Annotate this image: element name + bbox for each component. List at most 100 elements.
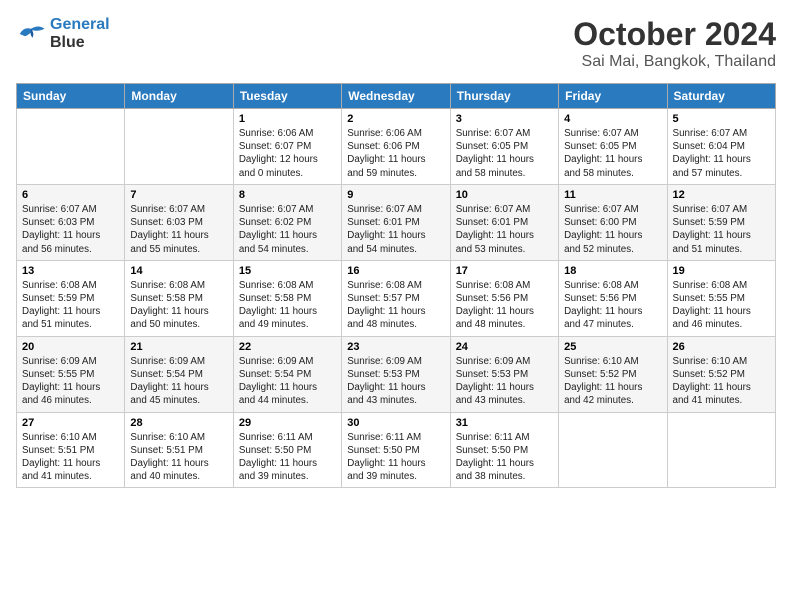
page-header: General Blue October 2024 Sai Mai, Bangk…: [16, 16, 776, 71]
day-number: 10: [456, 189, 553, 201]
calendar-title: October 2024: [573, 16, 776, 53]
calendar-cell: 19 Sunrise: 6:08 AM Sunset: 5:55 PM Dayli…: [667, 260, 775, 336]
day-number: 18: [564, 265, 661, 277]
calendar-cell: 4 Sunrise: 6:07 AM Sunset: 6:05 PM Daylig…: [559, 109, 667, 185]
calendar-title-block: October 2024 Sai Mai, Bangkok, Thailand: [573, 16, 776, 71]
day-info: Sunrise: 6:06 AM Sunset: 6:07 PM Dayligh…: [239, 127, 336, 180]
calendar-cell: 30 Sunrise: 6:11 AM Sunset: 5:50 PM Dayli…: [342, 412, 450, 488]
day-number: 31: [456, 417, 553, 429]
calendar-cell: 15 Sunrise: 6:08 AM Sunset: 5:58 PM Dayli…: [233, 260, 341, 336]
calendar-cell: 27Sunrise: 6:10 AM Sunset: 5:51 PM Dayli…: [17, 412, 125, 488]
day-number: 29: [239, 417, 336, 429]
day-info: Sunrise: 6:11 AM Sunset: 5:50 PM Dayligh…: [239, 431, 336, 484]
calendar-cell: 5 Sunrise: 6:07 AM Sunset: 6:04 PM Daylig…: [667, 109, 775, 185]
day-number: 24: [456, 341, 553, 353]
calendar-week-row: 27Sunrise: 6:10 AM Sunset: 5:51 PM Dayli…: [17, 412, 776, 488]
column-header-monday: Monday: [125, 84, 233, 109]
calendar-cell: 26Sunrise: 6:10 AM Sunset: 5:52 PM Dayli…: [667, 336, 775, 412]
day-number: 14: [130, 265, 227, 277]
calendar-header-row: SundayMondayTuesdayWednesdayThursdayFrid…: [17, 84, 776, 109]
calendar-week-row: 1Sunrise: 6:06 AM Sunset: 6:07 PM Daylig…: [17, 109, 776, 185]
day-number: 30: [347, 417, 444, 429]
day-number: 23: [347, 341, 444, 353]
day-info: Sunrise: 6:08 AM Sunset: 5:57 PM Dayligh…: [347, 279, 444, 332]
calendar-cell: 14 Sunrise: 6:08 AM Sunset: 5:58 PM Dayli…: [125, 260, 233, 336]
day-number: 2: [347, 113, 444, 125]
day-number: 8: [239, 189, 336, 201]
calendar-cell: 8Sunrise: 6:07 AM Sunset: 6:02 PM Daylig…: [233, 184, 341, 260]
day-info: Sunrise: 6:09 AM Sunset: 5:54 PM Dayligh…: [239, 355, 336, 408]
calendar-cell: 13 Sunrise: 6:08 AM Sunset: 5:59 PM Dayli…: [17, 260, 125, 336]
day-info: Sunrise: 6:07 AM Sunset: 6:03 PM Dayligh…: [130, 203, 227, 256]
day-info: Sunrise: 6:09 AM Sunset: 5:53 PM Dayligh…: [456, 355, 553, 408]
calendar-cell: 9 Sunrise: 6:07 AM Sunset: 6:01 PM Daylig…: [342, 184, 450, 260]
column-header-thursday: Thursday: [450, 84, 558, 109]
calendar-subtitle: Sai Mai, Bangkok, Thailand: [573, 53, 776, 71]
column-header-saturday: Saturday: [667, 84, 775, 109]
day-number: 28: [130, 417, 227, 429]
column-header-friday: Friday: [559, 84, 667, 109]
logo: General Blue: [16, 16, 110, 52]
day-info: Sunrise: 6:06 AM Sunset: 6:06 PM Dayligh…: [347, 127, 444, 180]
day-number: 17: [456, 265, 553, 277]
day-info: Sunrise: 6:07 AM Sunset: 6:01 PM Dayligh…: [347, 203, 444, 256]
calendar-cell: 16 Sunrise: 6:08 AM Sunset: 5:57 PM Dayli…: [342, 260, 450, 336]
day-number: 9: [347, 189, 444, 201]
calendar-week-row: 13 Sunrise: 6:08 AM Sunset: 5:59 PM Dayli…: [17, 260, 776, 336]
day-number: 11: [564, 189, 661, 201]
day-info: Sunrise: 6:08 AM Sunset: 5:55 PM Dayligh…: [673, 279, 770, 332]
day-number: 7: [130, 189, 227, 201]
day-info: Sunrise: 6:11 AM Sunset: 5:50 PM Dayligh…: [456, 431, 553, 484]
calendar-cell: [125, 109, 233, 185]
day-number: 19: [673, 265, 770, 277]
day-number: 26: [673, 341, 770, 353]
calendar-cell: 20 Sunrise: 6:09 AM Sunset: 5:55 PM Dayli…: [17, 336, 125, 412]
day-number: 3: [456, 113, 553, 125]
day-info: Sunrise: 6:08 AM Sunset: 5:59 PM Dayligh…: [22, 279, 119, 332]
calendar-cell: 11 Sunrise: 6:07 AM Sunset: 6:00 PM Dayli…: [559, 184, 667, 260]
day-info: Sunrise: 6:07 AM Sunset: 6:00 PM Dayligh…: [564, 203, 661, 256]
day-number: 21: [130, 341, 227, 353]
day-info: Sunrise: 6:10 AM Sunset: 5:52 PM Dayligh…: [564, 355, 661, 408]
day-number: 16: [347, 265, 444, 277]
day-info: Sunrise: 6:09 AM Sunset: 5:54 PM Dayligh…: [130, 355, 227, 408]
day-number: 12: [673, 189, 770, 201]
calendar-week-row: 20 Sunrise: 6:09 AM Sunset: 5:55 PM Dayli…: [17, 336, 776, 412]
day-number: 13: [22, 265, 119, 277]
day-info: Sunrise: 6:07 AM Sunset: 6:01 PM Dayligh…: [456, 203, 553, 256]
day-number: 4: [564, 113, 661, 125]
day-info: Sunrise: 6:08 AM Sunset: 5:58 PM Dayligh…: [130, 279, 227, 332]
calendar-cell: 29 Sunrise: 6:11 AM Sunset: 5:50 PM Dayli…: [233, 412, 341, 488]
day-number: 6: [22, 189, 119, 201]
calendar-cell: [17, 109, 125, 185]
day-info: Sunrise: 6:10 AM Sunset: 5:51 PM Dayligh…: [130, 431, 227, 484]
day-info: Sunrise: 6:07 AM Sunset: 6:05 PM Dayligh…: [564, 127, 661, 180]
column-header-sunday: Sunday: [17, 84, 125, 109]
day-info: Sunrise: 6:07 AM Sunset: 5:59 PM Dayligh…: [673, 203, 770, 256]
calendar-cell: 23Sunrise: 6:09 AM Sunset: 5:53 PM Dayli…: [342, 336, 450, 412]
logo-icon: [16, 22, 46, 46]
day-number: 25: [564, 341, 661, 353]
calendar-cell: 7 Sunrise: 6:07 AM Sunset: 6:03 PM Daylig…: [125, 184, 233, 260]
column-header-tuesday: Tuesday: [233, 84, 341, 109]
day-info: Sunrise: 6:10 AM Sunset: 5:51 PM Dayligh…: [22, 431, 119, 484]
day-info: Sunrise: 6:07 AM Sunset: 6:04 PM Dayligh…: [673, 127, 770, 180]
logo-text: General Blue: [50, 16, 110, 52]
day-info: Sunrise: 6:11 AM Sunset: 5:50 PM Dayligh…: [347, 431, 444, 484]
calendar-cell: 18Sunrise: 6:08 AM Sunset: 5:56 PM Dayli…: [559, 260, 667, 336]
day-number: 22: [239, 341, 336, 353]
calendar-cell: 2 Sunrise: 6:06 AM Sunset: 6:06 PM Daylig…: [342, 109, 450, 185]
calendar-cell: [667, 412, 775, 488]
day-number: 15: [239, 265, 336, 277]
column-header-wednesday: Wednesday: [342, 84, 450, 109]
calendar-cell: [559, 412, 667, 488]
calendar-cell: 3 Sunrise: 6:07 AM Sunset: 6:05 PM Daylig…: [450, 109, 558, 185]
day-info: Sunrise: 6:08 AM Sunset: 5:58 PM Dayligh…: [239, 279, 336, 332]
day-info: Sunrise: 6:07 AM Sunset: 6:05 PM Dayligh…: [456, 127, 553, 180]
day-number: 5: [673, 113, 770, 125]
day-info: Sunrise: 6:09 AM Sunset: 5:55 PM Dayligh…: [22, 355, 119, 408]
calendar-cell: 22 Sunrise: 6:09 AM Sunset: 5:54 PM Dayli…: [233, 336, 341, 412]
day-number: 20: [22, 341, 119, 353]
day-info: Sunrise: 6:07 AM Sunset: 6:03 PM Dayligh…: [22, 203, 119, 256]
calendar-cell: 10 Sunrise: 6:07 AM Sunset: 6:01 PM Dayli…: [450, 184, 558, 260]
